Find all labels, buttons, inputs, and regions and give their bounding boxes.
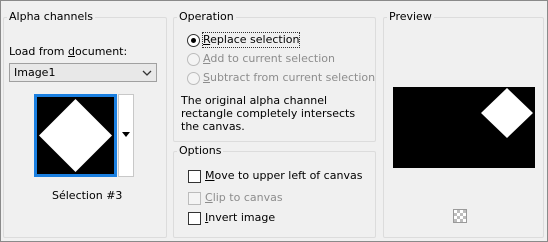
thumbnail-caption: Sélection #3 [52,189,123,202]
operation-info-text: The original alpha channel rectangle com… [181,94,356,133]
document-select[interactable]: Image1 [9,63,157,82]
replace-selection-radio[interactable] [187,34,200,47]
move-to-upper-left-label[interactable]: Move to upper left of canvas [205,169,362,183]
invert-image-checkbox[interactable] [188,212,201,225]
document-select-value: Image1 [14,66,56,79]
invert-image-label[interactable]: Invert image [205,211,275,225]
preview-title: Preview [387,10,434,24]
subtract-selection-label[interactable]: Subtract from current selection [203,71,375,85]
add-to-selection-label[interactable]: Add to current selection [203,52,335,66]
options-title: Options [177,144,224,158]
alpha-channels-title: Alpha channels [7,10,96,24]
preview-canvas [393,87,535,168]
clip-to-canvas-checkbox[interactable] [188,192,201,205]
add-to-selection-radio[interactable] [187,53,200,66]
move-to-upper-left-checkbox[interactable] [188,170,201,183]
load-from-document-label: Load from document: [9,45,128,58]
checkerboard-icon[interactable] [453,209,467,223]
thumbnail-dropdown-button[interactable] [118,94,134,177]
preview-diamond [481,88,533,138]
diamond-shape [39,99,112,172]
alpha-channel-thumbnail[interactable] [34,94,117,177]
chevron-down-icon [142,70,152,76]
operation-title: Operation [177,10,236,24]
clip-to-canvas-label[interactable]: Clip to canvas [205,191,283,205]
replace-selection-label[interactable]: Replace selection [201,32,301,48]
subtract-selection-radio[interactable] [187,72,200,85]
dropdown-arrow-icon [122,132,130,137]
thumbnail-image [37,97,114,174]
